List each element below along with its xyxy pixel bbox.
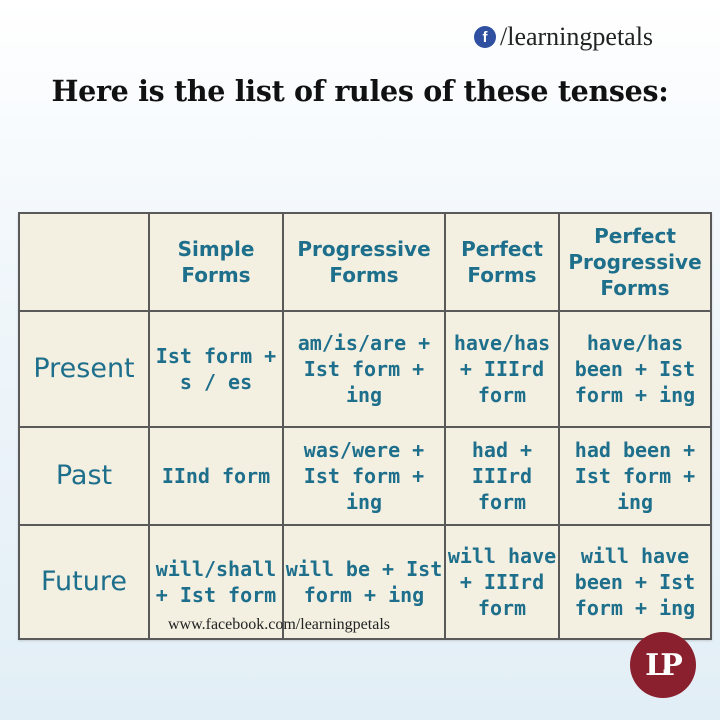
- table-cell: had + IIIrd form: [444, 426, 560, 526]
- table-cell: was/were + Ist form + ing: [282, 426, 446, 526]
- facebook-icon: f: [474, 26, 496, 48]
- row-header-present: Present: [18, 310, 150, 428]
- column-header-simple: Simple Forms: [148, 212, 284, 312]
- column-header-perfect-progressive: Perfect Progressive Forms: [558, 212, 712, 312]
- column-header-progressive: Progressive Forms: [282, 212, 446, 312]
- corner-cell: [18, 212, 150, 312]
- table-cell: Ist form + s / es: [148, 310, 284, 428]
- brand-handle[interactable]: f /learningpetals: [474, 22, 653, 52]
- table-cell: will have + IIIrd form: [444, 524, 560, 640]
- tenses-table: Simple Forms Progressive Forms Perfect F…: [18, 212, 712, 640]
- table-cell: had been + Ist form + ing: [558, 426, 712, 526]
- page-title: Here is the list of rules of these tense…: [51, 74, 669, 108]
- table-cell: IInd form: [148, 426, 284, 526]
- row-header-past: Past: [18, 426, 150, 526]
- table-cell: have/has + IIIrd form: [444, 310, 560, 428]
- lp-logo: LP: [630, 632, 696, 698]
- table-row: Past IInd form was/were + Ist form + ing…: [18, 426, 712, 526]
- table-cell: will have been + Ist form + ing: [558, 524, 712, 640]
- column-header-perfect: Perfect Forms: [444, 212, 560, 312]
- brand-handle-text: /learningpetals: [500, 22, 654, 51]
- row-header-future: Future: [18, 524, 150, 640]
- watermark-url: www.facebook.com/learningpetals: [168, 616, 390, 633]
- table-header-row: Simple Forms Progressive Forms Perfect F…: [18, 212, 712, 312]
- table-cell: have/has been + Ist form + ing: [558, 310, 712, 428]
- table-cell: am/is/are + Ist form + ing: [282, 310, 446, 428]
- table-row: Present Ist form + s / es am/is/are + Is…: [18, 310, 712, 428]
